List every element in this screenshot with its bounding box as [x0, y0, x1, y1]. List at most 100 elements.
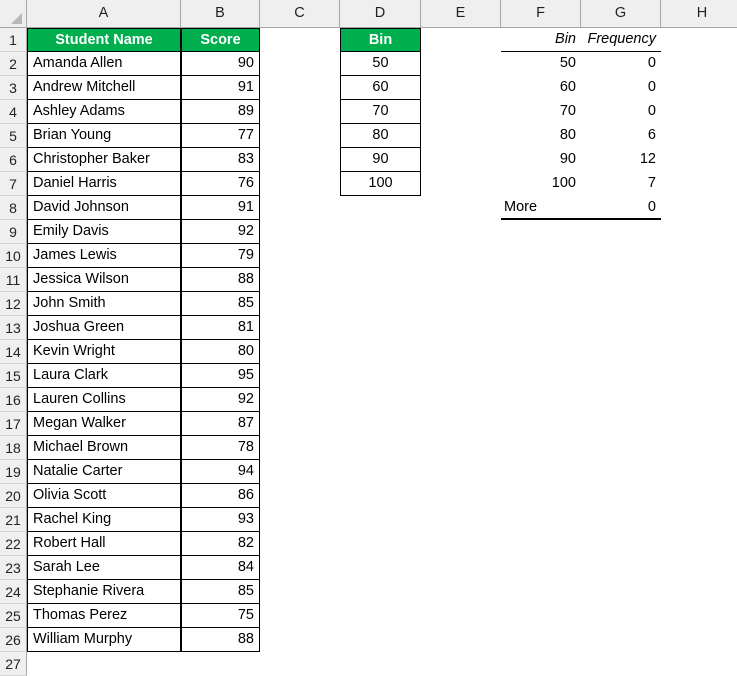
- cell-g19-empty[interactable]: [581, 460, 661, 484]
- cell-e8-empty[interactable]: [421, 196, 501, 220]
- cell-e21-empty[interactable]: [421, 508, 501, 532]
- cell-a3-student-name[interactable]: Andrew Mitchell: [27, 76, 181, 100]
- row-header-23[interactable]: 23: [0, 556, 27, 580]
- cell-g17-empty[interactable]: [581, 412, 661, 436]
- cell-a5-student-name[interactable]: Brian Young: [27, 124, 181, 148]
- column-header-h[interactable]: H: [661, 0, 737, 27]
- cell-f3-freq-bin[interactable]: 60: [501, 76, 581, 100]
- cell-f27-empty[interactable]: [501, 652, 581, 676]
- cell-h22-empty[interactable]: [661, 532, 737, 556]
- cell-f24-empty[interactable]: [501, 580, 581, 604]
- row-header-17[interactable]: 17: [0, 412, 27, 436]
- cell-g22-empty[interactable]: [581, 532, 661, 556]
- row-header-6[interactable]: 6: [0, 148, 27, 172]
- cell-h2-empty[interactable]: [661, 52, 737, 76]
- cell-c2-empty[interactable]: [260, 52, 340, 76]
- cell-a18-student-name[interactable]: Michael Brown: [27, 436, 181, 460]
- cell-b23-score[interactable]: 84: [181, 556, 260, 580]
- cell-h25-empty[interactable]: [661, 604, 737, 628]
- cell-c16-empty[interactable]: [260, 388, 340, 412]
- cell-f22-empty[interactable]: [501, 532, 581, 556]
- cell-f8-freq-bin[interactable]: More: [501, 196, 581, 220]
- cell-d23-empty[interactable]: [340, 556, 421, 580]
- cell-a17-student-name[interactable]: Megan Walker: [27, 412, 181, 436]
- cell-g27-empty[interactable]: [581, 652, 661, 676]
- cell-a27-empty[interactable]: [27, 652, 181, 676]
- cell-a26-student-name[interactable]: William Murphy: [27, 628, 181, 652]
- cell-g25-empty[interactable]: [581, 604, 661, 628]
- cell-h6-empty[interactable]: [661, 148, 737, 172]
- cell-h13-empty[interactable]: [661, 316, 737, 340]
- cell-d10-empty[interactable]: [340, 244, 421, 268]
- cell-e20-empty[interactable]: [421, 484, 501, 508]
- cell-b24-score[interactable]: 85: [181, 580, 260, 604]
- cell-g8-frequency[interactable]: 0: [581, 196, 661, 220]
- cell-c9-empty[interactable]: [260, 220, 340, 244]
- cell-b25-score[interactable]: 75: [181, 604, 260, 628]
- cell-d11-empty[interactable]: [340, 268, 421, 292]
- cell-a22-student-name[interactable]: Robert Hall: [27, 532, 181, 556]
- cell-h20-empty[interactable]: [661, 484, 737, 508]
- cell-a19-student-name[interactable]: Natalie Carter: [27, 460, 181, 484]
- row-header-1[interactable]: 1: [0, 28, 27, 52]
- row-header-18[interactable]: 18: [0, 436, 27, 460]
- cell-d2-bin-value[interactable]: 50: [340, 52, 421, 76]
- cell-a15-student-name[interactable]: Laura Clark: [27, 364, 181, 388]
- cell-b13-score[interactable]: 81: [181, 316, 260, 340]
- cell-e24-empty[interactable]: [421, 580, 501, 604]
- cell-d19-empty[interactable]: [340, 460, 421, 484]
- cell-f14-empty[interactable]: [501, 340, 581, 364]
- cell-c24-empty[interactable]: [260, 580, 340, 604]
- cell-c26-empty[interactable]: [260, 628, 340, 652]
- cell-f25-empty[interactable]: [501, 604, 581, 628]
- cell-h11-empty[interactable]: [661, 268, 737, 292]
- cell-a4-student-name[interactable]: Ashley Adams: [27, 100, 181, 124]
- cell-d27-empty[interactable]: [340, 652, 421, 676]
- cell-d20-empty[interactable]: [340, 484, 421, 508]
- cell-f19-empty[interactable]: [501, 460, 581, 484]
- cell-g20-empty[interactable]: [581, 484, 661, 508]
- row-header-21[interactable]: 21: [0, 508, 27, 532]
- column-header-c[interactable]: C: [260, 0, 340, 27]
- cell-c4-empty[interactable]: [260, 100, 340, 124]
- cell-b10-score[interactable]: 79: [181, 244, 260, 268]
- cell-c23-empty[interactable]: [260, 556, 340, 580]
- cell-a21-student-name[interactable]: Rachel King: [27, 508, 181, 532]
- cell-g2-frequency[interactable]: 0: [581, 52, 661, 76]
- cell-a13-student-name[interactable]: Joshua Green: [27, 316, 181, 340]
- cell-b9-score[interactable]: 92: [181, 220, 260, 244]
- cell-h21-empty[interactable]: [661, 508, 737, 532]
- cell-g18-empty[interactable]: [581, 436, 661, 460]
- cell-e6-empty[interactable]: [421, 148, 501, 172]
- row-header-25[interactable]: 25: [0, 604, 27, 628]
- cell-g24-empty[interactable]: [581, 580, 661, 604]
- cell-b26-score[interactable]: 88: [181, 628, 260, 652]
- cell-a12-student-name[interactable]: John Smith: [27, 292, 181, 316]
- cell-d9-empty[interactable]: [340, 220, 421, 244]
- cell-c11-empty[interactable]: [260, 268, 340, 292]
- cell-b18-score[interactable]: 78: [181, 436, 260, 460]
- cell-h14-empty[interactable]: [661, 340, 737, 364]
- cell-f21-empty[interactable]: [501, 508, 581, 532]
- cell-h23-empty[interactable]: [661, 556, 737, 580]
- cell-h1-empty[interactable]: [661, 28, 737, 52]
- cell-g13-empty[interactable]: [581, 316, 661, 340]
- row-header-12[interactable]: 12: [0, 292, 27, 316]
- cell-c8-empty[interactable]: [260, 196, 340, 220]
- cell-c1-empty[interactable]: [260, 28, 340, 52]
- cell-e26-empty[interactable]: [421, 628, 501, 652]
- cell-e7-empty[interactable]: [421, 172, 501, 196]
- cell-a25-student-name[interactable]: Thomas Perez: [27, 604, 181, 628]
- cell-a8-student-name[interactable]: David Johnson: [27, 196, 181, 220]
- cell-c3-empty[interactable]: [260, 76, 340, 100]
- select-all-button[interactable]: [0, 0, 27, 27]
- cell-e23-empty[interactable]: [421, 556, 501, 580]
- cell-c18-empty[interactable]: [260, 436, 340, 460]
- cell-a16-student-name[interactable]: Lauren Collins: [27, 388, 181, 412]
- cell-c6-empty[interactable]: [260, 148, 340, 172]
- cell-g6-frequency[interactable]: 12: [581, 148, 661, 172]
- cell-b16-score[interactable]: 92: [181, 388, 260, 412]
- cell-g7-frequency[interactable]: 7: [581, 172, 661, 196]
- cell-a11-student-name[interactable]: Jessica Wilson: [27, 268, 181, 292]
- cell-h10-empty[interactable]: [661, 244, 737, 268]
